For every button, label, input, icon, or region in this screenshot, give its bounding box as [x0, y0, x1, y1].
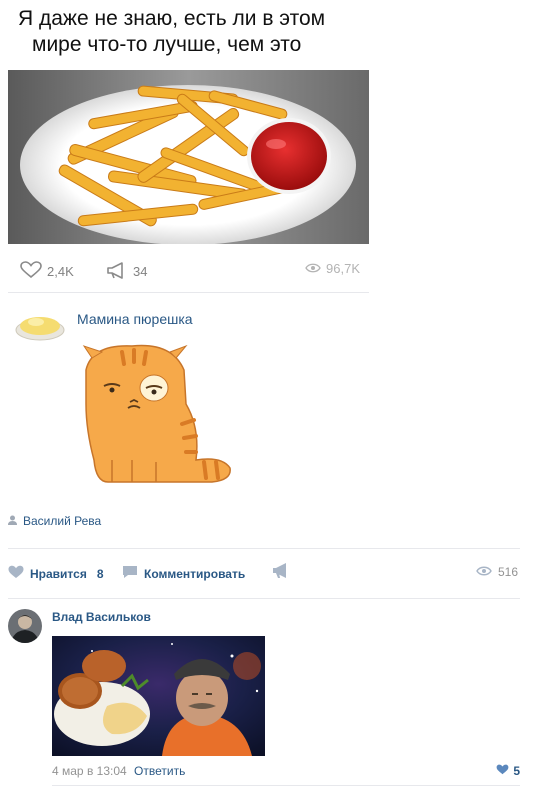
views-count: 516 — [497, 565, 518, 579]
comment-label: Комментировать — [144, 566, 246, 581]
post-views: 96,7K — [305, 261, 360, 276]
post-like-count: 2,4K — [47, 264, 74, 279]
post-views-count: 96,7K — [326, 261, 360, 276]
comment2-like-count: 5 — [513, 764, 520, 778]
comment1-avatar[interactable] — [14, 306, 66, 342]
heart-icon — [8, 565, 24, 582]
eye-icon — [305, 261, 321, 276]
comment2-author-link[interactable]: Влад Васильков — [52, 610, 151, 624]
divider — [8, 548, 520, 549]
divider — [8, 598, 520, 599]
post-share-button[interactable]: 34 — [106, 261, 147, 282]
heart-icon — [496, 764, 509, 778]
like-button[interactable]: Нравится 8 — [8, 565, 104, 582]
comment-button[interactable]: Комментировать — [122, 565, 245, 582]
post-caption: Я даже не знаю, есть ли в этом мире что-… — [18, 6, 368, 58]
comment2-photo[interactable] — [52, 636, 265, 756]
comment2-meta: 4 мар в 13:04 Ответить — [52, 764, 185, 778]
sad-cat-sticker — [72, 340, 244, 492]
person-icon — [8, 514, 17, 528]
views-counter: 516 — [476, 565, 518, 579]
caption-line-1: Я даже не знаю, есть ли в этом — [18, 7, 326, 30]
heart-icon — [20, 261, 42, 282]
post-share-count: 34 — [133, 264, 148, 279]
megaphone-icon — [106, 261, 128, 282]
caption-line-2: мире что-то лучше, чем это — [32, 33, 302, 56]
post-like-button[interactable]: 2,4K — [20, 261, 74, 282]
like-count: 8 — [96, 566, 104, 581]
like-label: Нравится — [30, 566, 87, 581]
comment2-date[interactable]: 4 мар в 13:04 — [52, 764, 127, 778]
post-author[interactable]: Василий Рева — [8, 514, 101, 528]
reply-button[interactable]: Ответить — [134, 764, 185, 778]
divider — [8, 292, 369, 293]
megaphone-icon — [272, 563, 290, 582]
share-button[interactable] — [272, 563, 290, 582]
divider — [52, 785, 520, 786]
post-stats: 2,4K 34 96,7K — [20, 258, 360, 282]
post-actions: Нравится 8 Комментировать 516 — [8, 563, 520, 583]
comment-icon — [122, 565, 138, 582]
comment2-like-button[interactable]: 5 — [496, 764, 520, 778]
eye-icon — [476, 565, 492, 579]
comment1-author-link[interactable]: Мамина пюрешка — [77, 311, 193, 327]
comment2-avatar[interactable] — [8, 609, 42, 643]
post-photo-fries[interactable] — [8, 70, 369, 244]
post-author-name: Василий Рева — [23, 514, 102, 528]
